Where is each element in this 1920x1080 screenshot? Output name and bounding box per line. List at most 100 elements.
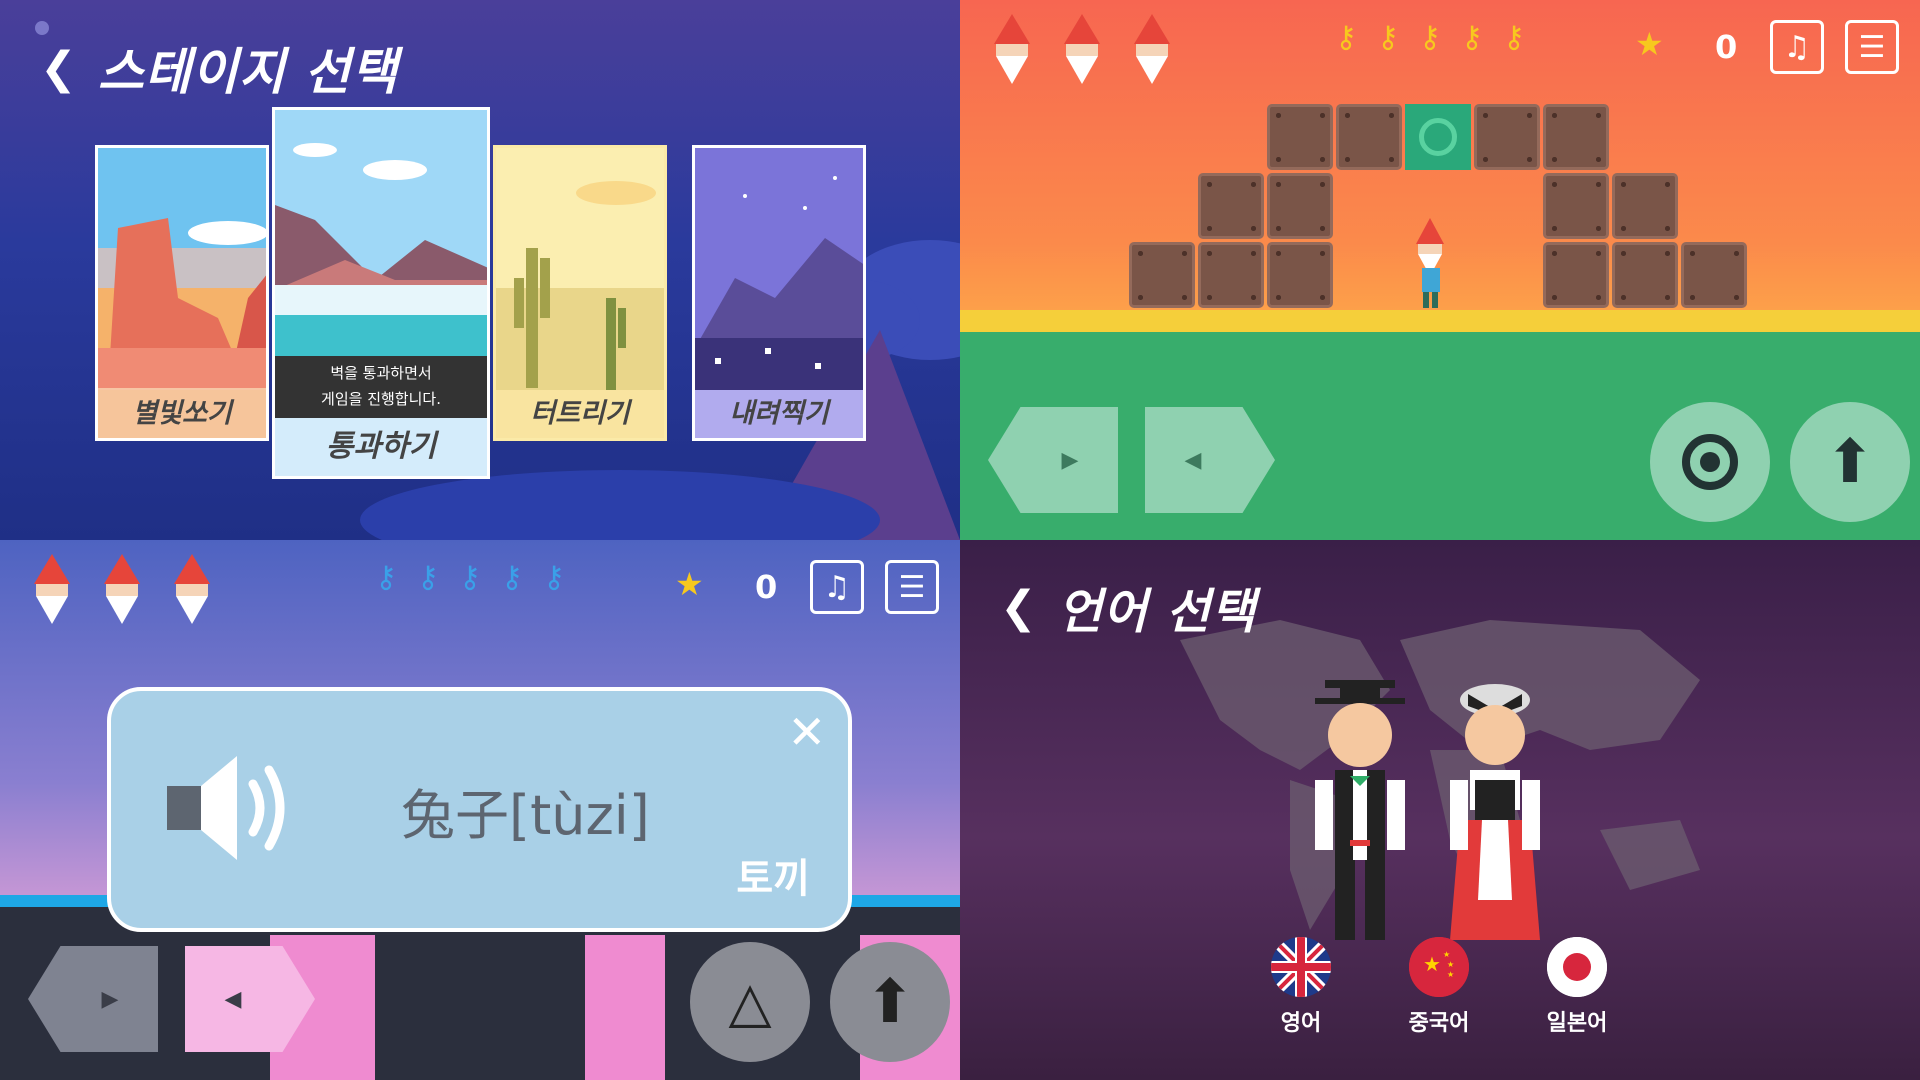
back-chevron-icon[interactable]: ❮ <box>40 43 78 94</box>
crate-block <box>1267 104 1333 170</box>
music-note-icon: ♫ <box>1783 29 1811 65</box>
svg-text:★: ★ <box>1447 960 1454 969</box>
gnome-life-icon <box>104 554 140 624</box>
gameplay-screen-red: ⚷ ⚷ ⚷ ⚷ ⚷ ★ 0 ♫ ☰ ▶ ◀ ⬆ <box>960 0 1920 540</box>
stage-card-2-selected[interactable]: 벽을 통과하면서 게임을 진행합니다. 통과하기 <box>272 107 490 479</box>
back-chevron-icon[interactable]: ❮ <box>1000 582 1038 633</box>
japan-flag-button[interactable] <box>1547 937 1607 997</box>
arrow-left-small-icon: ◀ <box>224 986 242 1012</box>
stage-select-screen: ❮ 스테이지 선택 별빛쏘기 벽을 통과하면서 게임을 진행합니다. 통과하기 … <box>0 0 960 540</box>
language-select-screen: ❮ 언어 선택 영어 ★ ★ ★ ★ 중국어 일본어 <box>960 540 1920 1080</box>
action-button[interactable]: △ <box>690 942 810 1062</box>
night-village-illustration <box>695 148 863 396</box>
gameplay-screen-blue: ⚷ ⚷ ⚷ ⚷ ⚷ ★ 0 ♫ ☰ ▶ ◀ △ ⬆ ✕ 兔子[tùzi] 토끼 <box>0 540 960 1080</box>
crate-block <box>1612 173 1678 239</box>
crate-block <box>1543 104 1609 170</box>
stage-card-1[interactable]: 별빛쏘기 <box>95 145 269 441</box>
gnome-life-icon <box>1064 14 1100 84</box>
music-toggle-button[interactable]: ♫ <box>810 560 864 614</box>
arrow-left-small-icon: ◀ <box>1184 447 1202 473</box>
stage-label: 통과하기 <box>275 418 487 476</box>
crate-block <box>1198 173 1264 239</box>
stage-label: 내려찍기 <box>695 390 863 438</box>
gnome-life-icon <box>34 554 70 624</box>
gnome-life-icon <box>1134 14 1170 84</box>
china-flag-icon: ★ ★★★ <box>1409 937 1469 997</box>
arrow-right-small-icon: ▶ <box>101 986 119 1012</box>
uk-flag-button[interactable] <box>1271 937 1331 997</box>
target-ring-icon <box>1419 118 1457 156</box>
menu-icon: ☰ <box>898 569 926 605</box>
japan-flag-icon <box>1547 937 1607 997</box>
arrow-right-small-icon: ▶ <box>1061 447 1079 473</box>
music-note-icon: ♫ <box>823 569 851 605</box>
glacier-illustration <box>275 110 487 370</box>
jump-button[interactable]: ⬆ <box>830 942 950 1062</box>
close-icon[interactable]: ✕ <box>787 709 826 755</box>
key-counter: ⚷ ⚷ ⚷ ⚷ ⚷ <box>1335 20 1525 55</box>
key-icon: ⚷ <box>1376 20 1399 55</box>
speaker-icon[interactable] <box>167 746 307 866</box>
language-label: 중국어 <box>1408 1011 1470 1036</box>
gnome-player-character <box>1416 218 1444 308</box>
word-meaning: 토끼 <box>736 856 810 902</box>
key-icon: ⚷ <box>1460 20 1483 55</box>
score-value: 0 <box>1715 28 1738 66</box>
menu-button[interactable]: ☰ <box>1845 20 1899 74</box>
crate-block <box>1543 173 1609 239</box>
word-popup: ✕ 兔子[tùzi] 토끼 <box>107 687 852 932</box>
ground-grass-top <box>960 310 1920 332</box>
gnome-life-icon <box>994 14 1030 84</box>
arrow-up-icon: ⬆ <box>864 967 916 1037</box>
key-icon: ⚷ <box>416 560 439 595</box>
crate-block <box>1474 104 1540 170</box>
language-label: 일본어 <box>1546 1011 1608 1036</box>
foreign-word: 兔子[tùzi] <box>401 784 650 847</box>
stage-card-3[interactable]: 터트리기 <box>493 145 667 441</box>
pink-pillar <box>585 935 665 1080</box>
crate-block <box>1543 242 1609 308</box>
score-value: 0 <box>755 568 778 606</box>
crate-block <box>1198 242 1264 308</box>
crate-block <box>1129 242 1195 308</box>
svg-text:★: ★ <box>1447 970 1454 979</box>
man-character-illustration <box>1315 680 1405 940</box>
crate-block <box>1612 242 1678 308</box>
star-icon: ★ <box>675 565 704 603</box>
menu-icon: ☰ <box>1858 29 1886 65</box>
crate-block <box>1336 104 1402 170</box>
action-button[interactable] <box>1650 402 1770 522</box>
crate-block <box>1267 173 1333 239</box>
stage-label: 터트리기 <box>496 390 664 438</box>
goal-portal-block <box>1405 104 1471 170</box>
key-icon: ⚷ <box>500 560 523 595</box>
uk-flag-icon <box>1271 937 1331 997</box>
triangle-icon: △ <box>728 969 772 1035</box>
cactus-desert-illustration <box>496 148 664 396</box>
target-ring-icon <box>1682 434 1738 490</box>
page-title: ❮ 언어 선택 <box>1000 581 1257 641</box>
menu-button[interactable]: ☰ <box>885 560 939 614</box>
jump-button[interactable]: ⬆ <box>1790 402 1910 522</box>
key-icon: ⚷ <box>375 560 397 595</box>
star-icon: ★ <box>1635 25 1664 63</box>
key-icon: ⚷ <box>1502 20 1525 55</box>
svg-text:★: ★ <box>1443 950 1450 959</box>
page-title: ❮ 스테이지 선택 <box>40 42 399 102</box>
key-icon: ⚷ <box>458 560 481 595</box>
stage-tooltip: 벽을 통과하면서 게임을 진행합니다. <box>275 356 487 418</box>
arrow-up-icon: ⬆ <box>1824 427 1876 497</box>
woman-character-illustration <box>1450 684 1540 940</box>
language-label: 영어 <box>1280 1011 1322 1036</box>
stage-card-4[interactable]: 내려찍기 <box>692 145 866 441</box>
music-toggle-button[interactable]: ♫ <box>1770 20 1824 74</box>
stage-label: 별빛쏘기 <box>98 390 266 438</box>
key-icon: ⚷ <box>1335 20 1357 55</box>
svg-text:★: ★ <box>1423 952 1441 976</box>
crate-block <box>1681 242 1747 308</box>
gnome-life-icon <box>174 554 210 624</box>
key-icon: ⚷ <box>542 560 565 595</box>
key-counter: ⚷ ⚷ ⚷ ⚷ ⚷ <box>375 560 565 595</box>
key-icon: ⚷ <box>1418 20 1441 55</box>
china-flag-button[interactable]: ★ ★ ★ ★ <box>1409 937 1469 997</box>
